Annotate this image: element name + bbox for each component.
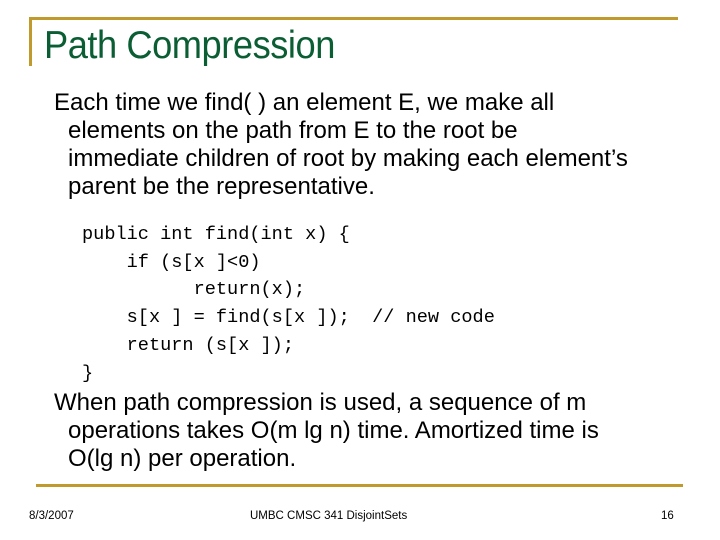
- paragraph-line: immediate children of root by making eac…: [68, 145, 628, 172]
- slide-title: Path Compression: [44, 24, 335, 67]
- code-line: }: [82, 362, 94, 384]
- page-number: 16: [661, 510, 674, 522]
- intro-paragraph: Each time we find( ) an element E, we ma…: [54, 89, 628, 201]
- paragraph-line: When path compression is used, a sequenc…: [54, 389, 587, 416]
- code-line: s[x ] = find(s[x ]); // new code: [82, 307, 495, 329]
- footer-course: UMBC CMSC 341 DisjointSets: [250, 510, 408, 522]
- code-block: public int find(int x) { if (s[x ]<0) re…: [82, 221, 495, 387]
- title-left-rule: [29, 17, 32, 66]
- title-top-rule: [30, 17, 678, 20]
- paragraph-line: O(lg n) per operation.: [68, 445, 297, 472]
- footer-date: 8/3/2007: [29, 510, 74, 522]
- paragraph-line: parent be the representative.: [68, 173, 375, 200]
- paragraph-line: elements on the path from E to the root …: [68, 117, 518, 144]
- footer-rule: [36, 484, 683, 487]
- paragraph-line: Each time we find( ) an element E, we ma…: [54, 89, 555, 116]
- code-line: if (s[x ]<0): [82, 251, 261, 273]
- code-line: return(x);: [82, 279, 306, 301]
- complexity-paragraph: When path compression is used, a sequenc…: [54, 389, 599, 473]
- paragraph-line: operations takes O(m lg n) time. Amortiz…: [68, 417, 599, 444]
- code-line: public int find(int x) {: [82, 224, 350, 245]
- code-line: return (s[x ]);: [82, 334, 295, 356]
